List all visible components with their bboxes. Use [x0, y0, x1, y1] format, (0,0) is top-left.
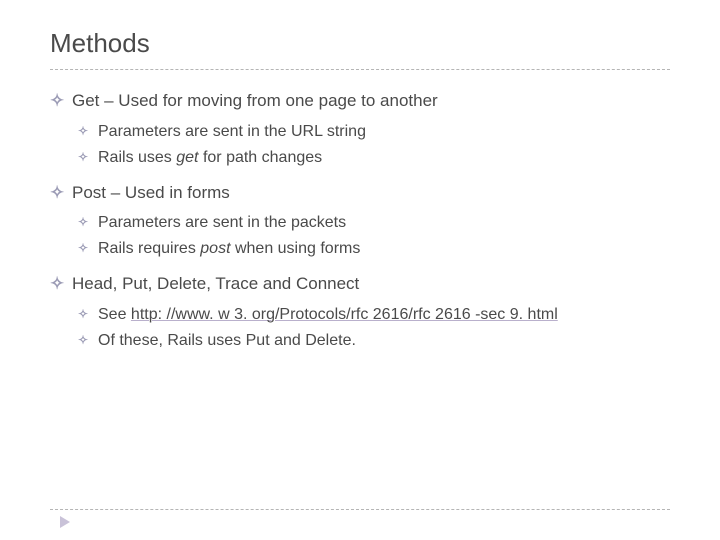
divider — [50, 509, 670, 510]
subitem-text: Rails requires post when using forms — [98, 237, 670, 261]
bullet-icon: ✧ — [78, 211, 98, 235]
subitem-text: Rails uses get for path changes — [98, 146, 670, 170]
list-item: ✧ Head, Put, Delete, Trace and Connect — [50, 271, 670, 297]
list-item: ✧ Rails uses get for path changes — [78, 146, 670, 170]
bullet-icon: ✧ — [78, 120, 98, 144]
bullet-icon: ✧ — [50, 271, 72, 297]
arrow-icon — [60, 516, 70, 528]
subitem-text: See http: //www. w 3. org/Protocols/rfc … — [98, 303, 670, 327]
text-fragment: See — [98, 306, 131, 323]
list-item: ✧ Post – Used in forms — [50, 180, 670, 206]
item-text: Get – Used for moving from one page to a… — [72, 88, 670, 114]
list-item: ✧ Parameters are sent in the packets — [78, 211, 670, 235]
text-fragment: Rails uses — [98, 149, 176, 166]
subitem-text: Parameters are sent in the packets — [98, 211, 670, 235]
text-fragment: Rails requires — [98, 240, 200, 257]
list-item: ✧ Get – Used for moving from one page to… — [50, 88, 670, 114]
sublist: ✧ Parameters are sent in the URL string … — [50, 120, 670, 170]
subitem-text: Parameters are sent in the URL string — [98, 120, 670, 144]
italic-text: post — [200, 240, 230, 257]
sublist: ✧ See http: //www. w 3. org/Protocols/rf… — [50, 303, 670, 353]
sublist: ✧ Parameters are sent in the packets ✧ R… — [50, 211, 670, 261]
slide-body: ✧ Get – Used for moving from one page to… — [50, 88, 670, 353]
bullet-icon: ✧ — [50, 88, 72, 114]
subitem-text: Of these, Rails uses Put and Delete. — [98, 329, 670, 353]
item-text: Post – Used in forms — [72, 180, 670, 206]
slide-title: Methods — [50, 28, 670, 70]
bullet-icon: ✧ — [78, 303, 98, 327]
bullet-icon: ✧ — [78, 146, 98, 170]
item-text: Head, Put, Delete, Trace and Connect — [72, 271, 670, 297]
list-item: ✧ Of these, Rails uses Put and Delete. — [78, 329, 670, 353]
text-fragment: for path changes — [199, 149, 323, 166]
rfc-link[interactable]: http: //www. w 3. org/Protocols/rfc 2616… — [131, 306, 558, 323]
bullet-icon: ✧ — [78, 237, 98, 261]
list-item: ✧ Rails requires post when using forms — [78, 237, 670, 261]
list-item: ✧ See http: //www. w 3. org/Protocols/rf… — [78, 303, 670, 327]
text-fragment: when using forms — [231, 240, 361, 257]
bullet-icon: ✧ — [78, 329, 98, 353]
list-item: ✧ Parameters are sent in the URL string — [78, 120, 670, 144]
italic-text: get — [176, 149, 198, 166]
bullet-icon: ✧ — [50, 180, 72, 206]
